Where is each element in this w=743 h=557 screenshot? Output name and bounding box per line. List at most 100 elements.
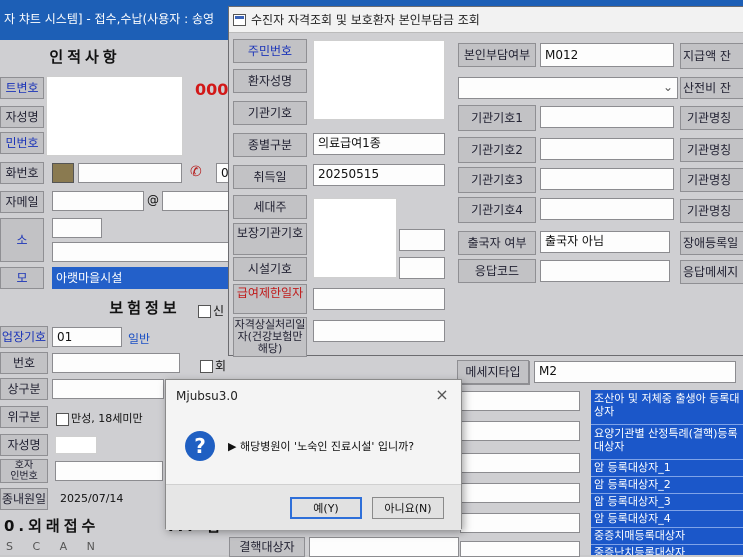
patient-name-label: 환자성명 [233, 69, 307, 93]
extra-field-3[interactable] [460, 453, 580, 473]
institution-name4-label: 기관명칭 [680, 199, 743, 223]
emigrant-label: 출국자 여부 [458, 231, 536, 255]
extra-field-2[interactable] [460, 421, 580, 441]
target-list[interactable]: 조산아 및 저체중 출생아 등록대상자 요양기관별 산정특례(결핵)등록대상자 … [591, 390, 743, 555]
address-label: 소 [0, 218, 44, 262]
category-label: 상구분 [0, 378, 48, 400]
disability-date-label: 장애등록일 [680, 231, 743, 255]
email-user-field[interactable] [52, 191, 144, 211]
category-field[interactable] [52, 379, 164, 399]
institution-code4-field[interactable] [540, 198, 674, 220]
prenatal-balance-label: 산전비 잔 [680, 77, 743, 99]
copay-field[interactable]: M012 [540, 43, 674, 67]
phone-icon[interactable] [52, 163, 74, 183]
phone-label: 화번호 [0, 162, 44, 184]
institution-code1-label: 기관기호1 [458, 105, 536, 131]
type-label: 종별구분 [233, 133, 307, 157]
list-item[interactable]: 암 등록대상자_2 [591, 477, 743, 494]
visit-date-value: 2025/07/14 [60, 492, 124, 505]
phone-field[interactable] [78, 163, 182, 183]
age-checkbox[interactable]: 만성, 18세미만 [56, 410, 143, 426]
close-icon[interactable]: × [433, 386, 451, 404]
mo-label: 모 [0, 267, 44, 289]
qualification-window-title: 수진자 자격조회 및 보호환자 본인부담금 조회 [229, 7, 743, 33]
payment-balance-label: 지급액 잔 [680, 43, 743, 69]
relation-number-field[interactable] [55, 461, 163, 481]
number-field[interactable] [52, 353, 180, 373]
emigrant-field[interactable]: 출국자 아님 [540, 231, 670, 253]
priority-label: 위구분 [0, 406, 48, 428]
institution-name1-label: 기관명칭 [680, 106, 743, 130]
institution-code3-label: 기관기호3 [458, 167, 536, 193]
institution-code4-label: 기관기호4 [458, 197, 536, 223]
facility-code-label: 시설기호 [233, 257, 307, 281]
window-icon [233, 14, 246, 26]
chart-number-field[interactable] [46, 76, 183, 156]
benefit-restriction-field[interactable] [313, 288, 445, 310]
acquire-date-field[interactable]: 20250515 [313, 164, 445, 186]
householder-field[interactable] [313, 198, 397, 278]
address-field[interactable] [52, 242, 230, 262]
workplace-code-field[interactable]: 01 [52, 327, 122, 347]
extra-field-1[interactable] [460, 391, 580, 411]
institution-code2-field[interactable] [540, 138, 674, 160]
facility-field[interactable]: 아랫마을시설 [52, 267, 230, 289]
loss-process-field[interactable] [313, 320, 445, 342]
no-button[interactable]: 아니요(N) [372, 497, 444, 519]
resident-number-field[interactable] [313, 40, 445, 120]
patient-name-label: 자성명 [0, 106, 44, 128]
facility-code-field[interactable] [399, 257, 445, 279]
dialog-title: Mjubsu3.0 [176, 389, 238, 403]
message-type-label: 메세지타입 [457, 360, 529, 384]
list-item[interactable]: 조산아 및 저체중 출생아 등록대상자 [591, 390, 743, 425]
zipcode-field[interactable] [52, 218, 102, 238]
relation-number-label: 호자 인번호 [0, 459, 48, 483]
external-reception-tab[interactable]: 0.외래접수 [0, 515, 145, 537]
extra-field-5[interactable] [460, 513, 580, 533]
patient-info-header: 인적사항 [49, 48, 121, 66]
insurance-info-header: 보험정보 [109, 299, 181, 317]
institution-code3-field[interactable] [540, 168, 674, 190]
copay-label: 본인부담여부 [458, 43, 536, 67]
tuberculosis-label: 결핵대상자 [229, 537, 305, 557]
institution-code1-field[interactable] [540, 106, 674, 128]
yes-button[interactable]: 예(Y) [290, 497, 362, 519]
email-domain-field[interactable] [162, 191, 230, 211]
dialog-message: ▶ 해당병원이 '노숙인 진료시설' 입니까? [228, 440, 415, 453]
institution-code-label: 기관기호 [233, 101, 307, 125]
type-field[interactable]: 의료급여1종 [313, 133, 445, 155]
response-code-field[interactable] [540, 260, 670, 282]
question-icon: ? [185, 431, 215, 461]
tuberculosis-field[interactable] [309, 537, 459, 557]
dialog-button-bar: 예(Y) 아니요(N) [166, 484, 461, 530]
chart-number-label: 트변호 [0, 77, 44, 99]
mobile-phone-icon[interactable]: ✆ [190, 164, 206, 182]
email-label: 자메일 [0, 191, 44, 213]
list-item[interactable]: 암 등록대상자_1 [591, 460, 743, 477]
chevron-down-icon: ⌄ [662, 80, 673, 94]
list-item[interactable]: 요양기관별 산정특례(결핵)등록대상자 [591, 425, 743, 460]
institution-name3-label: 기관명칭 [680, 168, 743, 192]
insurance-checkbox[interactable]: 신 [198, 302, 224, 319]
renew-checkbox[interactable]: 회 [200, 357, 226, 374]
acquire-date-label: 취득일 [233, 165, 307, 189]
copay-select[interactable]: ⌄ [458, 77, 678, 99]
resident-number-label: 주민번호 [233, 39, 307, 63]
general-text: 일반 [128, 332, 151, 346]
message-type-field[interactable]: M2 [534, 361, 736, 383]
list-item[interactable]: 암 등록대상자_4 [591, 511, 743, 528]
scan-label: S C A N [6, 540, 103, 553]
security-institution-field[interactable] [399, 229, 445, 251]
response-message-label: 응답메세지 [680, 260, 743, 284]
institution-code2-label: 기관기호2 [458, 137, 536, 163]
visit-date-label: 종내원일 [0, 488, 48, 510]
resident-number-label: 민번호 [0, 132, 44, 154]
extra-field-4[interactable] [460, 483, 580, 503]
insured-name-field[interactable] [55, 436, 97, 454]
confirm-dialog: Mjubsu3.0 × ? ▶ 해당병원이 '노숙인 진료시설' 입니까? 예(… [165, 379, 462, 530]
list-item[interactable]: 중증난치등록대상자 [591, 545, 743, 555]
list-item[interactable]: 암 등록대상자_3 [591, 494, 743, 511]
list-item[interactable]: 중증치매등록대상자 [591, 528, 743, 545]
email-at-sign: @ [147, 193, 159, 207]
householder-label: 세대주 [233, 195, 307, 219]
